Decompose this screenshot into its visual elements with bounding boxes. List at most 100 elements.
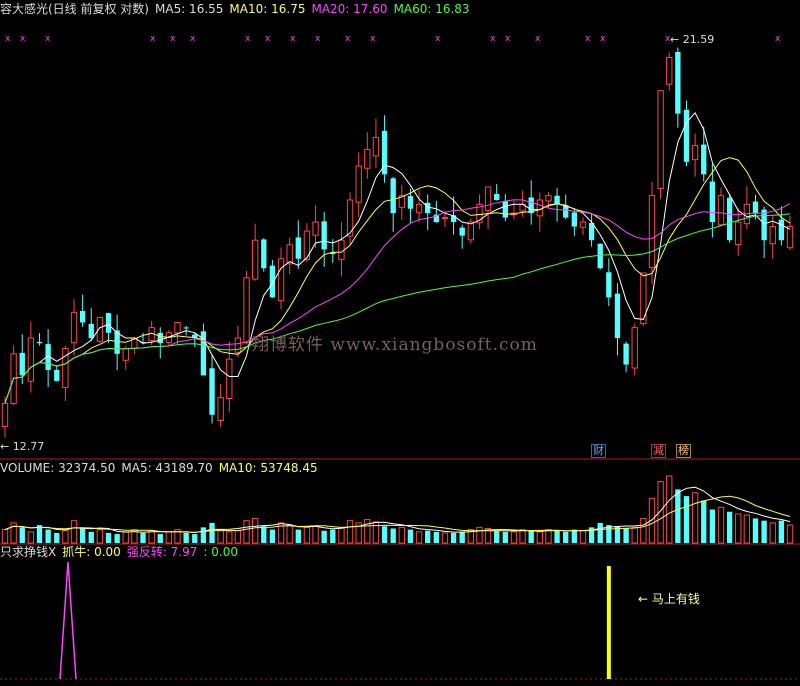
candle-body [295, 237, 301, 259]
candle-body [761, 209, 767, 241]
event-marker: x [315, 34, 321, 44]
low-price-label: ← 12.77 [0, 440, 45, 453]
volume-bar [209, 522, 215, 543]
candle-body [209, 368, 215, 415]
volume-bar [691, 492, 699, 544]
candle-body [312, 221, 319, 236]
event-marker: x [45, 34, 51, 44]
candle-body [407, 196, 414, 209]
volume-bar [338, 526, 345, 544]
volume-bar [243, 520, 250, 544]
volume-bar [701, 500, 707, 543]
volume-bar [54, 532, 60, 543]
volume-bar [752, 518, 759, 543]
signal-bar [606, 566, 611, 679]
candle-body [36, 341, 43, 344]
volume-bar [27, 531, 35, 544]
event-marker: x [190, 34, 196, 44]
volume-bar [165, 531, 173, 544]
candle-body [657, 90, 664, 190]
candle-body [321, 221, 327, 250]
volume-bar [571, 529, 578, 543]
candle-body [251, 239, 259, 280]
candle-body [372, 136, 380, 157]
volume-bar [148, 530, 155, 544]
volume-bar [675, 489, 681, 543]
volume-bar [683, 496, 690, 543]
watermark: 翔博软件 www.xiangbosoft.com [252, 335, 538, 355]
event-marker: x [435, 34, 441, 44]
volume-bar [761, 520, 767, 543]
volume-bar [597, 522, 603, 543]
volume-bar [415, 531, 423, 544]
volume-bar [666, 475, 673, 544]
volume-bar [183, 532, 189, 543]
event-marker: x [345, 34, 351, 44]
candle-body [105, 313, 112, 333]
event-marker: x [150, 34, 156, 44]
finance-tag[interactable]: 财 [591, 444, 606, 458]
event-marker: x [600, 34, 606, 44]
volume-bar [563, 531, 569, 543]
candle-body [79, 310, 86, 323]
volume-bar [494, 530, 500, 543]
volume-bar [631, 526, 638, 544]
volume-bar [390, 528, 396, 543]
high-price-value: 21.59 [682, 33, 715, 46]
event-marker: x [265, 34, 271, 44]
volume-bar [269, 529, 276, 543]
event-marker: x [535, 34, 541, 44]
ma60-value: MA60: 16.83 [393, 2, 470, 16]
candle-body [717, 195, 725, 226]
low-price-value: 12.77 [12, 440, 45, 453]
candle-body [459, 227, 465, 236]
volume-header: VOLUME: 32374.50 MA5: 43189.70 MA10: 53748… [0, 461, 324, 475]
event-marker: x [585, 34, 591, 44]
event-marker: x [5, 34, 11, 44]
volume-bar [450, 532, 457, 543]
high-price-label: ← 21.59 [670, 33, 715, 46]
event-marker: x [490, 34, 496, 44]
candle-body [494, 193, 500, 200]
volume-bar [769, 522, 776, 544]
candle-body [269, 265, 276, 298]
volume-bar [88, 531, 94, 543]
event-marker: x [370, 34, 376, 44]
volume-bar [226, 531, 233, 544]
event-marker: x [505, 34, 511, 44]
qiangfanzhuan-value: 强反转: 7.97 [126, 545, 198, 559]
ma10-line [4, 157, 791, 404]
indicator-header: 只求挣钱X 抓牛: 0.00 强反转: 7.97: 0.00 [0, 545, 244, 559]
candle-body [579, 221, 587, 228]
volume-bar [519, 529, 526, 544]
volume-bar [579, 530, 587, 544]
volume-bar [398, 526, 405, 544]
volume-bar [96, 529, 104, 544]
volume-bar [234, 530, 242, 544]
volume-bar [425, 530, 431, 543]
volume-bar [476, 526, 483, 544]
volume-bar [623, 528, 629, 543]
reduce-tag[interactable]: 减 [651, 444, 666, 458]
candle-body [691, 144, 699, 161]
volume-bar [286, 524, 293, 544]
candle-body [735, 221, 742, 246]
candle-body [571, 212, 578, 227]
candle-body [96, 316, 104, 342]
candle-body [261, 239, 267, 269]
candle-body [19, 352, 25, 376]
volume-bar [709, 509, 716, 543]
third-value: : 0.00 [203, 545, 238, 559]
candle-body [597, 243, 603, 269]
candle-body [286, 244, 293, 265]
chart-title: 容大感光(日线 前复权 对数) [0, 2, 149, 16]
volume-bar [510, 531, 518, 544]
candle-body [122, 347, 129, 361]
candle-body [536, 199, 544, 217]
rank-tag[interactable]: 榜 [676, 444, 691, 458]
candle-body [217, 397, 224, 422]
volume-bar [640, 517, 647, 544]
ma20-line [4, 199, 791, 404]
volume-bar [45, 529, 51, 543]
volume-ma5-value: MA5: 43189.70 [121, 461, 213, 475]
